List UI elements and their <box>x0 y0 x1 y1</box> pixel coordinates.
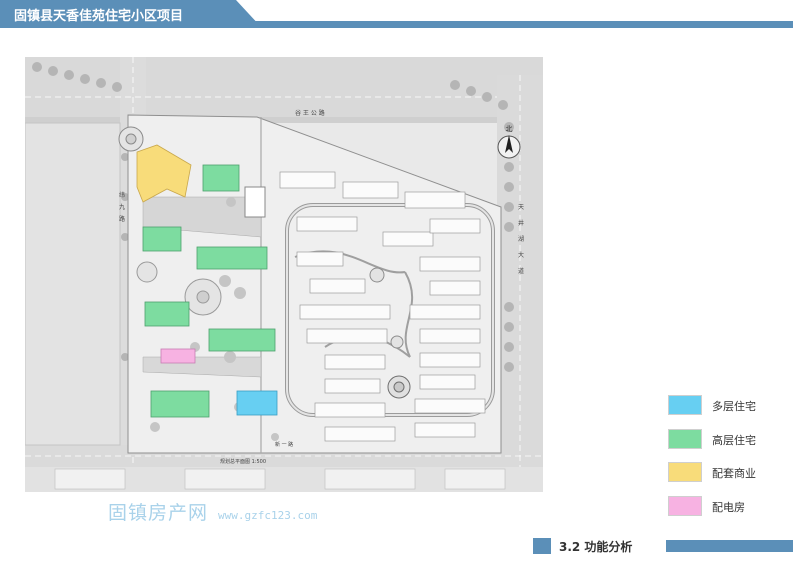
road-label-right-5: 道 <box>518 267 524 275</box>
site-plan: 北 谷 王 公 路 天 井 湖 大 道 纬 九 路 新 一 路 规划总平面图 1… <box>25 57 543 492</box>
section-bar <box>666 540 793 552</box>
legend-swatch-multistorey <box>668 395 702 415</box>
legend-label-highrise: 高层住宅 <box>712 434 756 447</box>
road-label-right-3: 湖 <box>518 235 524 243</box>
legend-swatch-highrise <box>668 429 702 449</box>
legend-swatch-substation <box>668 496 702 516</box>
legend-label-substation: 配电房 <box>712 501 745 514</box>
legend-label-multistorey: 多层住宅 <box>712 400 756 413</box>
page-title: 固镇县天香佳苑住宅小区项目 <box>14 9 184 24</box>
watermark: 固镇房产网 www.gzfc123.com <box>108 498 317 525</box>
legend-item-highrise: 高层住宅 <box>668 429 788 451</box>
road-label-left-1: 纬 <box>119 191 125 199</box>
section-title: 3.2 功能分析 <box>559 540 633 554</box>
legend-item-substation: 配电房 <box>668 496 788 518</box>
north-label: 北 <box>506 125 513 133</box>
road-label-left-2: 九 <box>119 203 125 211</box>
legend-item-multistorey: 多层住宅 <box>668 395 788 417</box>
road-label-right-1: 天 <box>518 204 524 211</box>
road-label-bottom: 新 一 路 <box>275 441 293 448</box>
title-banner: 固镇县天香佳苑住宅小区项目 <box>0 0 262 28</box>
road-label-top: 谷 王 公 路 <box>295 109 325 117</box>
road-label-right-4: 大 <box>518 251 524 259</box>
road-label-right-2: 井 <box>518 219 524 227</box>
legend-label-commercial: 配套商业 <box>712 467 756 480</box>
road-label-left-3: 路 <box>119 215 125 223</box>
legend-item-commercial: 配套商业 <box>668 462 788 484</box>
legend-swatch-commercial <box>668 462 702 482</box>
section-marker <box>533 538 551 554</box>
watermark-url: www.gzfc123.com <box>218 509 318 522</box>
plan-caption: 规划总平面图 1:500 <box>220 458 266 465</box>
title-rule <box>255 21 793 28</box>
watermark-text: 固镇房产网 <box>108 502 209 524</box>
